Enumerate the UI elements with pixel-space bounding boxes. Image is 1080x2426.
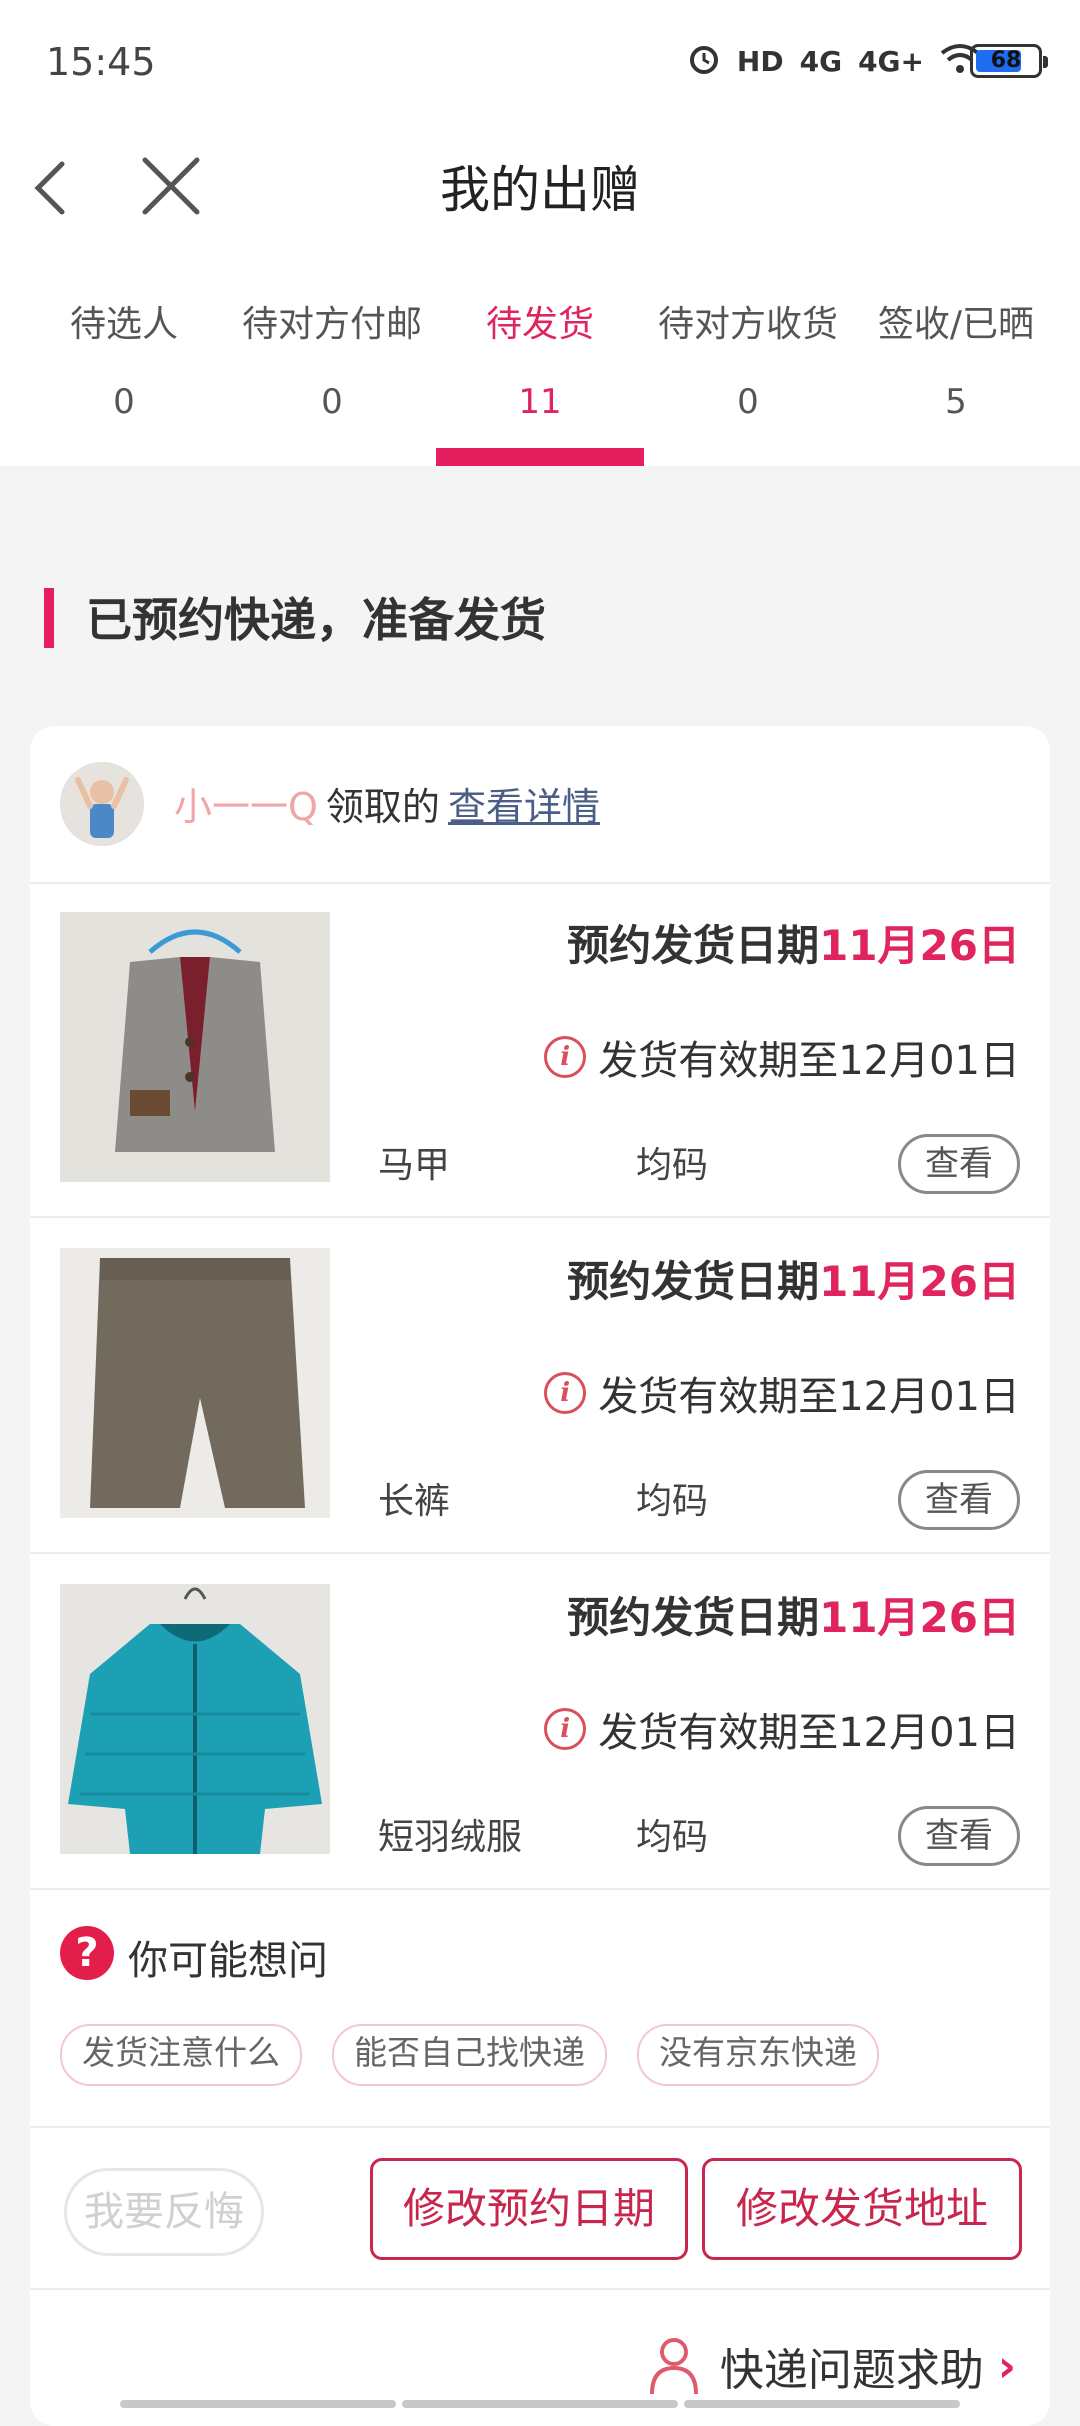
faq-section: ? 你可能想问 发货注意什么 能否自己找快递 没有京东快递 xyxy=(30,1896,1050,2128)
change-address-button[interactable]: 修改发货地址 xyxy=(702,2158,1022,2260)
question-icon: ? xyxy=(60,1926,114,1980)
item-image-jacket[interactable] xyxy=(60,1584,330,1854)
tab-label: 待发货 xyxy=(485,304,594,345)
tab-label: 待选人 xyxy=(69,304,178,345)
tab-count: 0 xyxy=(113,382,135,422)
validity-row: i 发货有效期至12月01日 xyxy=(544,1364,1020,1422)
tab-pending-postage[interactable]: 待对方付邮 0 xyxy=(228,300,436,422)
receiver-suffix: 领取的 xyxy=(325,785,440,829)
validity-row: i 发货有效期至12月01日 xyxy=(544,1028,1020,1086)
list-item: 预约发货日期11月26日 i 发货有效期至12月01日 长裤 均码 查看 xyxy=(30,1218,1050,1554)
chevron-right-icon: › xyxy=(997,2340,1016,2392)
validity-row: i 发货有效期至12月01日 xyxy=(544,1700,1020,1758)
item-name: 马甲 xyxy=(378,1145,451,1186)
receiver-text: 小一一Q 领取的 查看详情 xyxy=(174,776,600,831)
item-name: 短羽绒服 xyxy=(378,1817,523,1858)
home-indicator xyxy=(120,2400,960,2408)
battery-icon: 68 xyxy=(970,44,1048,78)
tab-count: 0 xyxy=(321,382,343,422)
tab-count: 5 xyxy=(945,382,967,422)
donation-card: 小一一Q 领取的 查看详情 预约发货日期11月26日 i 发货有效期至12月01日 … xyxy=(30,726,1050,2426)
item-image-vest[interactable] xyxy=(60,912,330,1182)
tab-signed-shared[interactable]: 签收/已晒 5 xyxy=(852,300,1060,422)
item-name: 长裤 xyxy=(378,1481,451,1522)
receiver-row: 小一一Q 领取的 查看详情 xyxy=(30,726,1050,884)
tab-count: 11 xyxy=(518,382,562,422)
view-button[interactable]: 查看 xyxy=(898,1806,1020,1866)
regret-button[interactable]: 我要反悔 xyxy=(64,2168,264,2256)
item-size: 均码 xyxy=(636,1145,709,1186)
ship-date: 预约发货日期11月26日 xyxy=(567,912,1020,973)
courier-help-link[interactable]: 快递问题求助 › xyxy=(648,2326,1050,2406)
change-date-button[interactable]: 修改预约日期 xyxy=(370,2158,688,2260)
tab-count: 0 xyxy=(737,382,759,422)
section-accent-bar xyxy=(44,588,54,648)
info-icon: i xyxy=(544,1372,587,1414)
view-button[interactable]: 查看 xyxy=(898,1470,1020,1530)
info-icon: i xyxy=(544,1708,587,1750)
faq-chip[interactable]: 能否自己找快递 xyxy=(332,2024,607,2086)
status-icons: HD 4G 4G+ xyxy=(687,42,980,80)
person-icon xyxy=(649,2338,698,2395)
validity-text: 发货有效期至12月01日 xyxy=(598,1374,1020,1420)
help-label: 快递问题求助 xyxy=(719,2345,984,2396)
faq-title: 你可能想问 xyxy=(128,1938,328,1984)
list-item: 预约发货日期11月26日 i 发货有效期至12月01日 马甲 均码 查看 xyxy=(30,882,1050,1218)
ship-date-value: 11月26日 xyxy=(819,921,1020,970)
status-bar: 15:45 HD 4G 4G+ 68 xyxy=(0,0,1080,120)
battery-level: 68 xyxy=(990,48,1022,73)
view-details-link[interactable]: 查看详情 xyxy=(448,785,600,829)
ship-date-label: 预约发货日期 xyxy=(567,921,820,970)
validity-text: 发货有效期至12月01日 xyxy=(598,1038,1020,1084)
ship-date-label: 预约发货日期 xyxy=(567,1257,820,1306)
active-tab-indicator xyxy=(436,448,644,466)
item-image-pants[interactable] xyxy=(60,1248,330,1518)
signal-icon-2: 4G+ xyxy=(858,44,924,78)
tab-label: 待对方收货 xyxy=(657,304,838,345)
hd-icon: HD xyxy=(736,44,784,78)
info-icon: i xyxy=(544,1036,587,1078)
item-size: 均码 xyxy=(636,1817,709,1858)
faq-chips: 发货注意什么 能否自己找快递 没有京东快递 xyxy=(60,2024,879,2086)
alarm-icon xyxy=(687,42,721,80)
validity-text: 发货有效期至12月01日 xyxy=(598,1710,1020,1756)
section-title: 已预约快递，准备发货 xyxy=(86,593,546,647)
page-title: 我的出赠 xyxy=(440,161,640,219)
tab-pending-receipt[interactable]: 待对方收货 0 xyxy=(644,300,852,422)
ship-date-value: 11月26日 xyxy=(819,1593,1020,1642)
item-size: 均码 xyxy=(636,1481,709,1522)
ship-date-value: 11月26日 xyxy=(819,1257,1020,1306)
ship-date-label: 预约发货日期 xyxy=(567,1593,820,1642)
list-item: 预约发货日期11月26日 i 发货有效期至12月01日 短羽绒服 均码 查看 xyxy=(30,1554,1050,1890)
action-bar: 我要反悔 修改预约日期 修改发货地址 xyxy=(30,2126,1050,2290)
tab-label: 签收/已晒 xyxy=(877,304,1035,345)
ship-date: 预约发货日期11月26日 xyxy=(567,1584,1020,1645)
signal-icon-1: 4G xyxy=(799,44,843,78)
faq-chip[interactable]: 没有京东快递 xyxy=(637,2024,879,2086)
tab-pending-selection[interactable]: 待选人 0 xyxy=(20,300,228,422)
view-button[interactable]: 查看 xyxy=(898,1134,1020,1194)
tab-pending-shipment[interactable]: 待发货 11 xyxy=(436,300,644,422)
receiver-name: 小一一Q xyxy=(174,785,318,829)
faq-chip[interactable]: 发货注意什么 xyxy=(60,2024,302,2086)
ship-date: 预约发货日期11月26日 xyxy=(567,1248,1020,1309)
status-time: 15:45 xyxy=(46,40,156,84)
tab-label: 待对方付邮 xyxy=(241,304,422,345)
avatar[interactable] xyxy=(60,762,144,846)
